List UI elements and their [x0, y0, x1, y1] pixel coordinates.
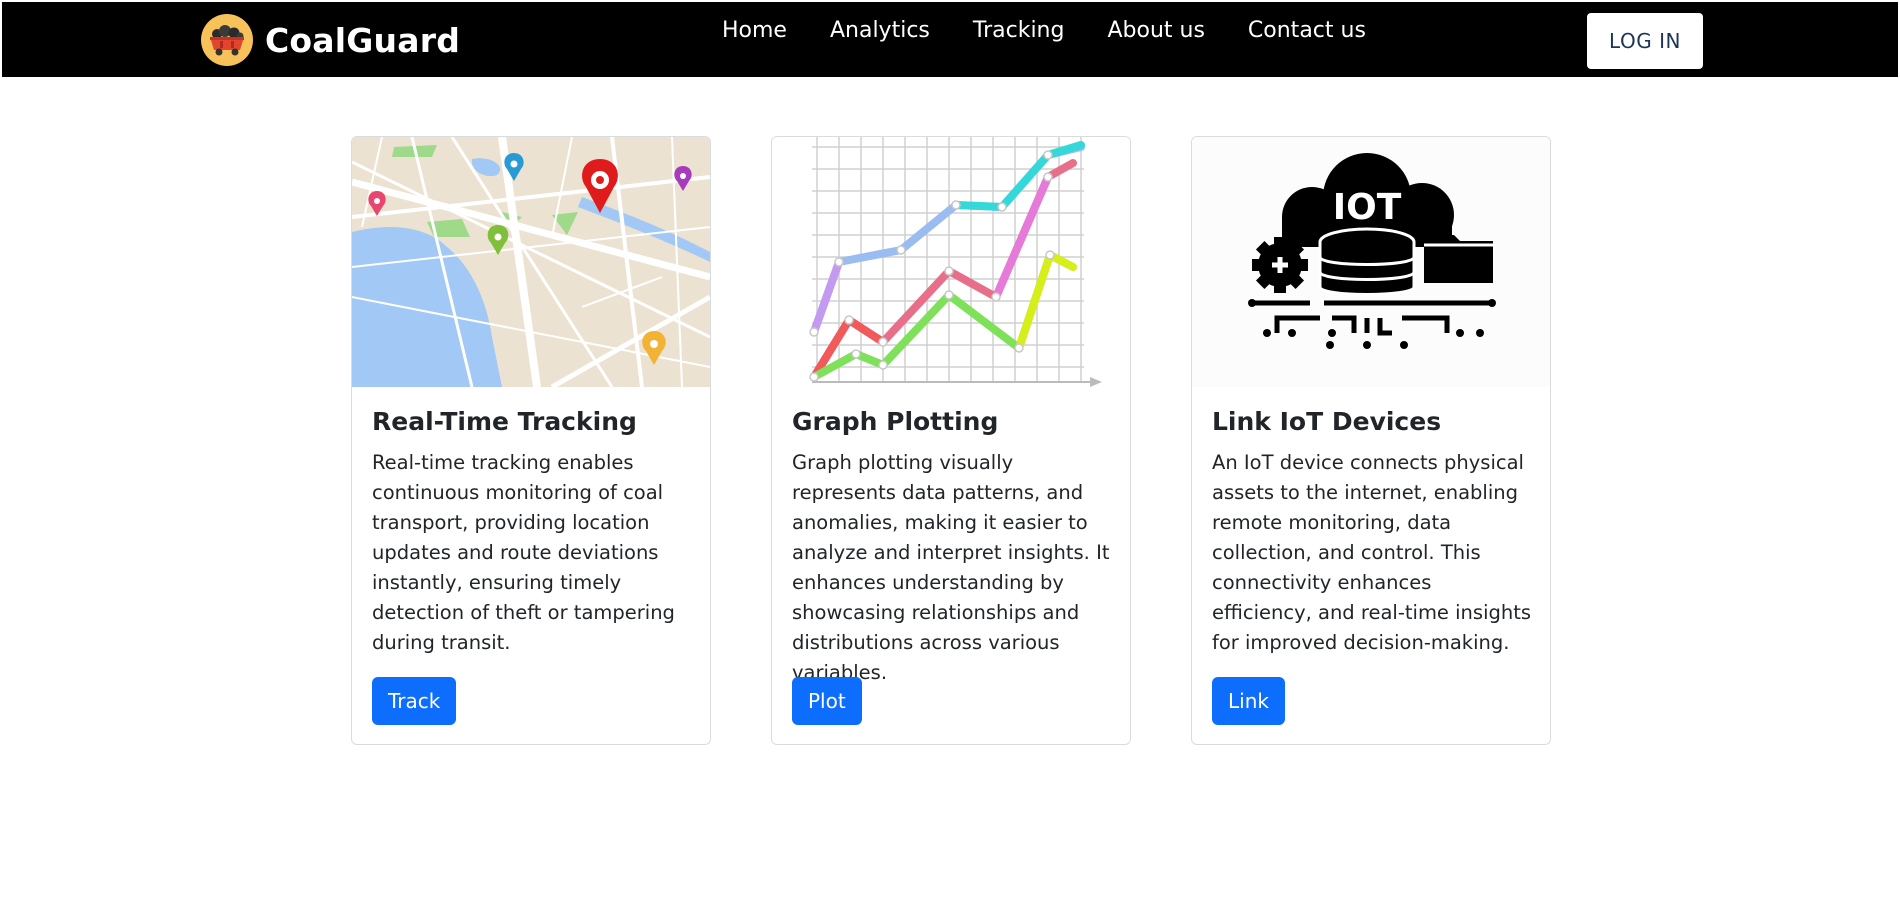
card-text: Graph plotting visually represents data … — [792, 451, 1110, 684]
map-with-pins-icon — [352, 137, 710, 387]
iot-label: IOT — [1333, 187, 1402, 228]
card-text: Real-time tracking enables continuous mo… — [372, 451, 675, 654]
nav-analytics[interactable]: Analytics — [830, 18, 930, 48]
coal-cart-icon — [201, 14, 253, 66]
card-text: An IoT device connects physical assets t… — [1212, 451, 1532, 654]
iot-cloud-icon: IOT — [1192, 137, 1550, 387]
nav-tracking[interactable]: Tracking — [973, 18, 1065, 48]
nav-contact-us[interactable]: Contact us — [1248, 18, 1366, 48]
nav-links: Home Analytics Tracking About us Contact… — [722, 18, 1409, 48]
card-link-iot-devices: IOT Link IoT Devices An IoT device conne… — [1191, 136, 1551, 745]
line-graph-icon — [772, 137, 1130, 387]
track-button[interactable]: Track — [372, 677, 457, 725]
login-button[interactable]: LOG IN — [1587, 13, 1703, 69]
nav-home[interactable]: Home — [722, 18, 787, 48]
card-real-time-tracking: Real-Time Tracking Real-time tracking en… — [351, 136, 711, 745]
brand[interactable]: CoalGuard — [201, 14, 460, 66]
nav-about-us[interactable]: About us — [1107, 18, 1204, 48]
card-graph-plotting: Graph Plotting Graph plotting visually r… — [771, 136, 1131, 745]
brand-name: CoalGuard — [265, 20, 461, 60]
plot-button[interactable]: Plot — [792, 677, 862, 725]
link-button[interactable]: Link — [1212, 677, 1285, 725]
navbar: CoalGuard Home Analytics Tracking About … — [2, 2, 1898, 77]
card-title: Link IoT Devices — [1212, 407, 1442, 436]
card-title: Graph Plotting — [792, 407, 999, 436]
card-title: Real-Time Tracking — [372, 407, 637, 436]
